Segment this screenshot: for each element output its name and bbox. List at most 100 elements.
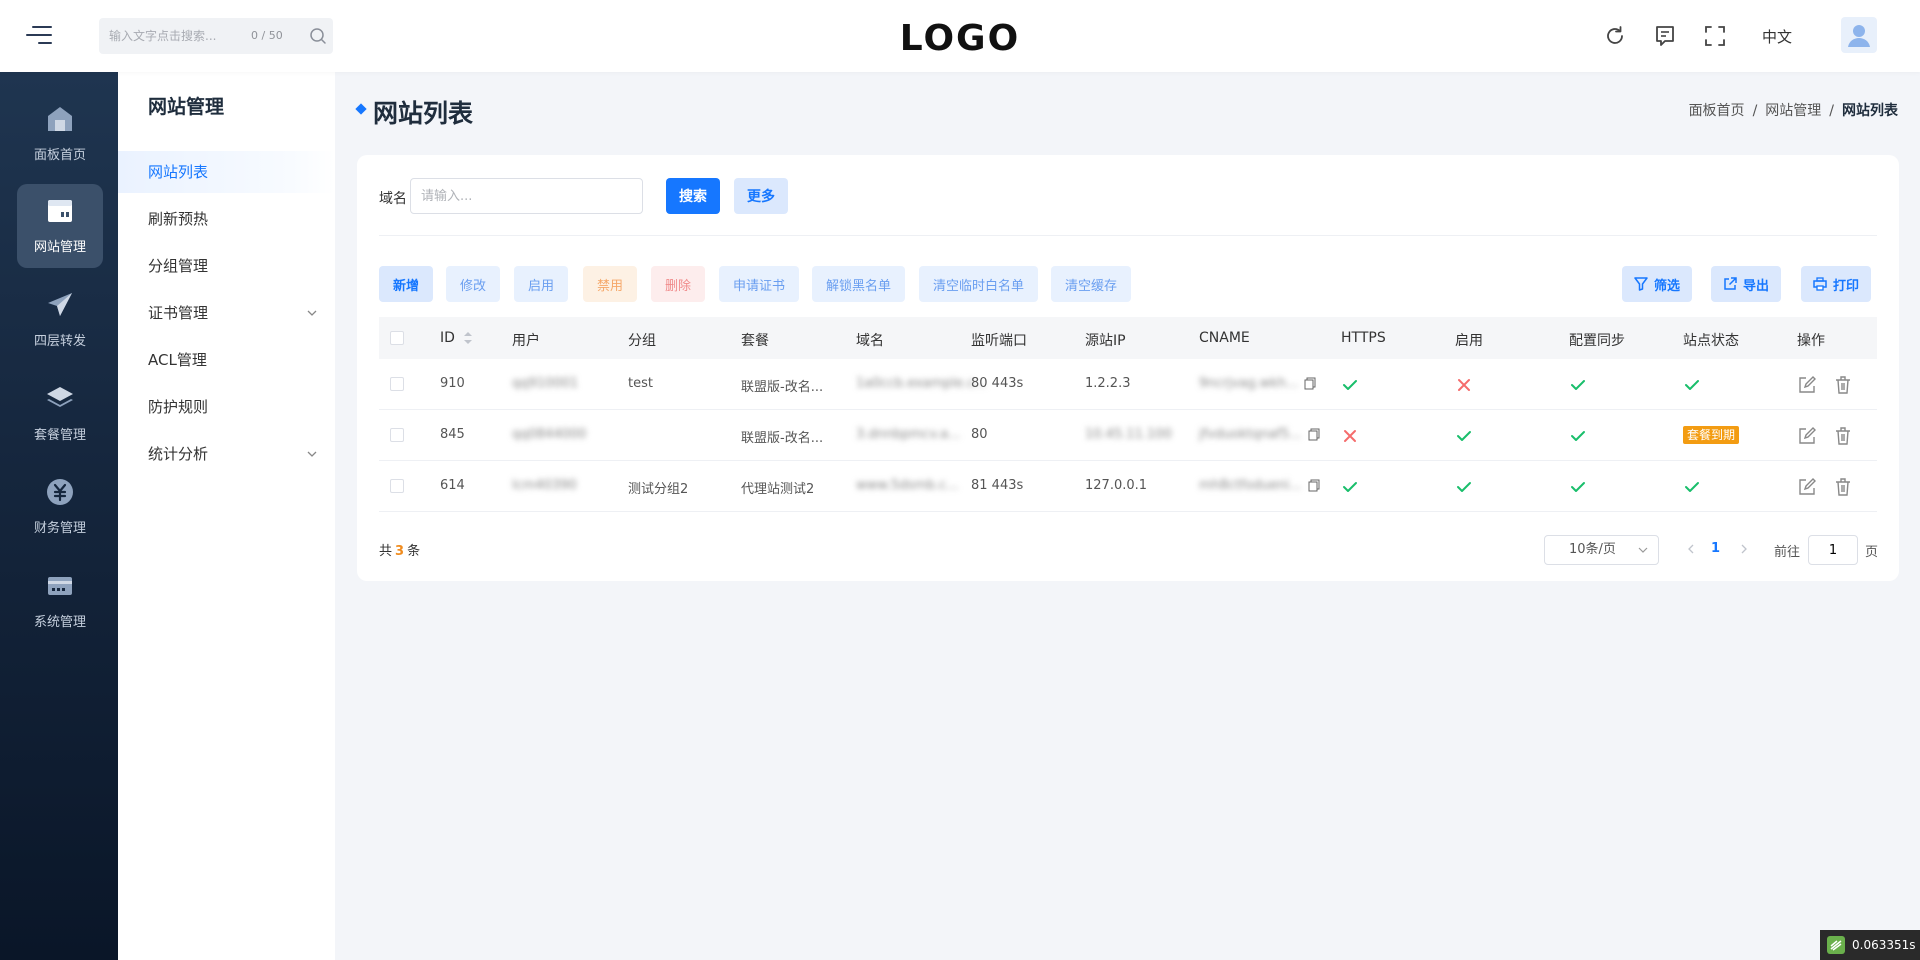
check-icon <box>1457 431 1471 441</box>
submenu-item-protect[interactable]: 防护规则 <box>118 386 335 428</box>
submenu-item-refresh[interactable]: 刷新预热 <box>118 198 335 240</box>
row-checkbox[interactable] <box>390 428 404 442</box>
column-header-domain: 域名 <box>856 333 884 349</box>
check-icon <box>1685 380 1699 390</box>
sidebar-item-website[interactable]: 网站管理 <box>17 184 103 268</box>
table-row[interactable]: 614 lcm40390 测试分组2 代理站测试2 www.5dsmb.c...… <box>379 461 1877 512</box>
column-header-cname: CNAME <box>1199 330 1250 346</box>
sidebar-item-system[interactable]: 系统管理 <box>17 559 103 643</box>
funnel-icon <box>1634 277 1648 291</box>
cell-origin-ip: 1.2.2.3 <box>1085 376 1131 391</box>
cell-user: qq0844000 <box>512 427 587 442</box>
edit-button[interactable]: 修改 <box>446 266 501 302</box>
chevron-down-icon <box>1638 547 1648 553</box>
cell-cname: 9ncrjvag.wkh... <box>1199 376 1316 391</box>
delete-icon[interactable] <box>1833 375 1853 395</box>
submenu-item-site-list[interactable]: 网站列表 <box>118 151 335 193</box>
cell-cname: jfvduoktqnaf5... <box>1199 427 1320 442</box>
submenu-item-groups[interactable]: 分组管理 <box>118 245 335 287</box>
chevron-down-icon <box>307 451 317 457</box>
submenu-item-certs[interactable]: 证书管理 <box>118 292 335 334</box>
page-number[interactable]: 1 <box>1711 541 1720 556</box>
message-icon[interactable] <box>1653 24 1677 48</box>
cell-user: lcm40390 <box>512 478 577 493</box>
filter-button[interactable]: 筛选 <box>1622 266 1693 302</box>
menu-toggle-icon[interactable] <box>26 24 52 46</box>
divider <box>379 235 1877 236</box>
column-header-id[interactable]: ID <box>440 330 473 346</box>
more-button[interactable]: 更多 <box>734 178 788 214</box>
sidebar-item-label: 面板首页 <box>33 148 86 163</box>
sidebar-item-l4-forward[interactable]: 四层转发 <box>17 278 103 362</box>
logo: LOGO <box>900 18 1018 58</box>
clear-cache-button[interactable]: 清空缓存 <box>1051 266 1132 302</box>
copy-icon[interactable] <box>1308 479 1320 492</box>
breadcrumb-website[interactable]: 网站管理 <box>1765 103 1821 119</box>
avatar[interactable] <box>1841 17 1877 53</box>
cell-user: qq910001 <box>512 376 579 391</box>
submenu-title: 网站管理 <box>148 96 225 118</box>
check-icon <box>1571 380 1585 390</box>
column-header-enabled: 启用 <box>1455 333 1483 349</box>
column-header-user: 用户 <box>512 333 540 349</box>
table-row[interactable]: 845 qq0844000 联盟版-改名... 3.dnnbpmcv.a... … <box>379 410 1877 461</box>
row-checkbox[interactable] <box>390 479 404 493</box>
delete-button[interactable]: 删除 <box>651 266 706 302</box>
content-card: 域名 搜索 更多 新增 修改 启用 禁用 删除 申请证书 解锁黑名单 清空临时白… <box>357 155 1899 581</box>
edit-icon[interactable] <box>1797 426 1817 446</box>
cross-icon <box>1344 430 1356 442</box>
cell-origin-ip: 127.0.0.1 <box>1085 478 1148 493</box>
column-header-sync: 配置同步 <box>1569 333 1625 349</box>
print-button[interactable]: 打印 <box>1801 266 1872 302</box>
delete-icon[interactable] <box>1833 426 1853 446</box>
breadcrumb-home[interactable]: 面板首页 <box>1689 103 1745 119</box>
table-row[interactable]: 910 qq910001 test 联盟版-改名... 1a0ccb.examp… <box>379 359 1877 410</box>
unlock-blacklist-button[interactable]: 解锁黑名单 <box>812 266 906 302</box>
submenu-item-label: 网站列表 <box>148 163 209 181</box>
fullscreen-icon[interactable] <box>1703 24 1727 48</box>
cell-plan: 联盟版-改名... <box>741 380 824 395</box>
sidebar-item-plans[interactable]: 套餐管理 <box>17 372 103 456</box>
export-button[interactable]: 导出 <box>1711 266 1782 302</box>
edit-icon[interactable] <box>1797 477 1817 497</box>
goto-suffix: 页 <box>1865 545 1879 560</box>
edit-icon[interactable] <box>1797 375 1817 395</box>
search-icon[interactable] <box>308 26 328 46</box>
clear-whitelist-button[interactable]: 清空临时白名单 <box>919 266 1039 302</box>
disable-button[interactable]: 禁用 <box>583 266 638 302</box>
submenu-item-label: 证书管理 <box>148 304 209 322</box>
column-header-origin-ip: 源站IP <box>1085 333 1126 349</box>
copy-icon[interactable] <box>1304 377 1316 390</box>
goto-page-input[interactable] <box>1808 535 1858 565</box>
submenu-item-stats[interactable]: 统计分析 <box>118 433 335 475</box>
status-badge: 套餐到期 <box>1683 426 1740 444</box>
search-button[interactable]: 搜索 <box>666 178 720 214</box>
top-header: 0 / 50 LOGO 中文 <box>0 0 1920 72</box>
apply-cert-button[interactable]: 申请证书 <box>719 266 800 302</box>
next-page-icon[interactable] <box>1737 539 1751 559</box>
submenu-item-acl[interactable]: ACL管理 <box>118 339 335 381</box>
select-all-checkbox[interactable] <box>390 331 404 345</box>
global-search-input[interactable] <box>109 18 239 54</box>
breadcrumb-current: 网站列表 <box>1842 103 1898 119</box>
refresh-icon[interactable] <box>1603 24 1627 48</box>
sidebar-item-dashboard[interactable]: 面板首页 <box>17 92 103 176</box>
enable-button[interactable]: 启用 <box>514 266 569 302</box>
check-icon <box>1571 482 1585 492</box>
page-size-select[interactable]: 10条/页 <box>1544 535 1659 565</box>
sort-icon[interactable] <box>463 331 473 345</box>
cell-id: 614 <box>440 478 465 493</box>
prev-page-icon[interactable] <box>1684 539 1698 559</box>
row-checkbox[interactable] <box>390 377 404 391</box>
add-button[interactable]: 新增 <box>379 266 434 302</box>
sidebar-item-finance[interactable]: 财务管理 <box>17 465 103 549</box>
title-marker <box>355 103 367 115</box>
copy-icon[interactable] <box>1308 428 1320 441</box>
paper-plane-icon <box>48 293 72 316</box>
delete-icon[interactable] <box>1833 477 1853 497</box>
column-header-https: HTTPS <box>1341 330 1386 346</box>
language-switch[interactable]: 中文 <box>1762 26 1792 47</box>
card-icon <box>48 577 72 595</box>
column-header-group: 分组 <box>628 333 656 349</box>
domain-filter-input[interactable] <box>410 178 643 214</box>
